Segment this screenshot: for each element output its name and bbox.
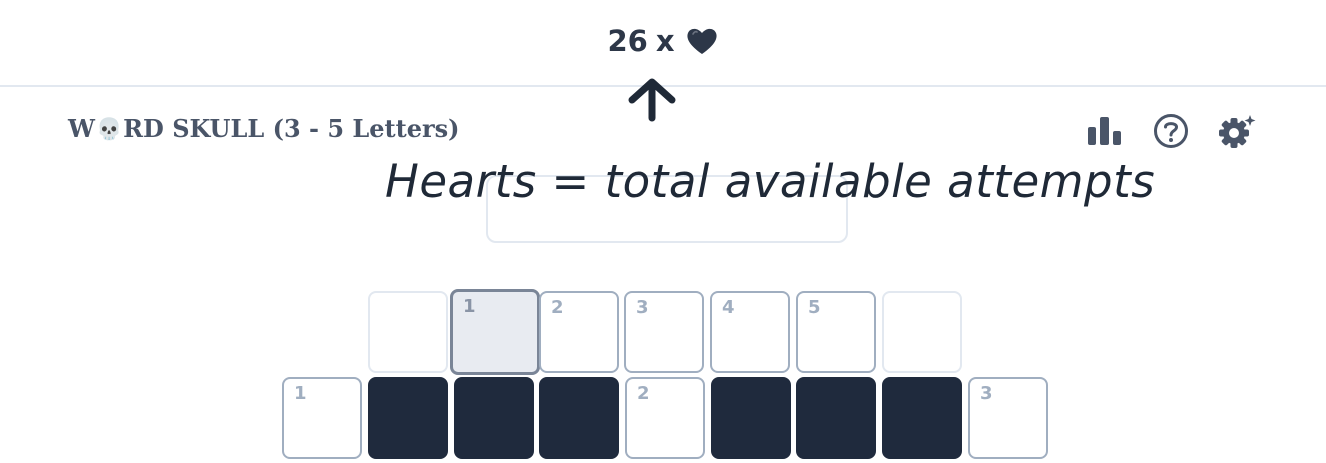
grid-cell[interactable]: 4: [710, 291, 790, 373]
grid-cell: [368, 291, 448, 373]
grid-row-2: 1 2 3: [282, 377, 1062, 463]
game-title: W 💀 RD SKULL (3 - 5 Letters): [68, 114, 459, 143]
settings-icon: [1219, 115, 1256, 148]
cell-number: 3: [636, 297, 649, 318]
grid-cell-blocked: [711, 377, 791, 459]
grid-cell-blocked: [796, 377, 876, 459]
hearts-count: 26: [607, 24, 648, 58]
cell-number: 4: [722, 297, 735, 318]
grid-cell[interactable]: 2: [539, 291, 619, 373]
hearts-counter: 26 x: [0, 24, 1326, 58]
skull-icon: 💀: [95, 115, 123, 141]
stats-button[interactable]: [1086, 112, 1124, 150]
grid-cell[interactable]: 2: [625, 377, 705, 459]
grid-cell-blocked: [454, 377, 534, 459]
cell-number: 3: [980, 383, 993, 404]
grid-cell[interactable]: 3: [968, 377, 1048, 459]
annotation-text: Hearts = total available attempts: [385, 155, 1156, 208]
title-prefix: W: [68, 114, 95, 143]
grid-cell-blocked: [882, 377, 962, 459]
grid-cell[interactable]: 1: [282, 377, 362, 459]
grid-row-1: 1 2 3 4 5: [368, 289, 968, 377]
grid-cell-blocked: [539, 377, 619, 459]
hearts-separator: x: [655, 24, 675, 58]
cell-number: 2: [551, 297, 564, 318]
toolbar: [1086, 112, 1256, 150]
grid-cell-active[interactable]: 1: [450, 289, 540, 375]
black-heart-icon: [686, 28, 717, 54]
cell-number: 2: [637, 383, 650, 404]
cell-number: 1: [294, 383, 307, 404]
cell-number: 1: [463, 296, 476, 317]
arrow-up-icon: [628, 78, 676, 122]
grid-cell-blocked: [368, 377, 448, 459]
title-rest: RD SKULL (3 - 5 Letters): [123, 114, 460, 143]
help-button[interactable]: [1152, 112, 1190, 150]
help-icon: [1154, 114, 1188, 148]
grid-cell: [882, 291, 962, 373]
grid-cell[interactable]: 3: [624, 291, 704, 373]
cell-number: 5: [808, 297, 821, 318]
settings-button[interactable]: [1218, 112, 1256, 150]
stats-icon: [1088, 117, 1121, 145]
grid-cell[interactable]: 5: [796, 291, 876, 373]
